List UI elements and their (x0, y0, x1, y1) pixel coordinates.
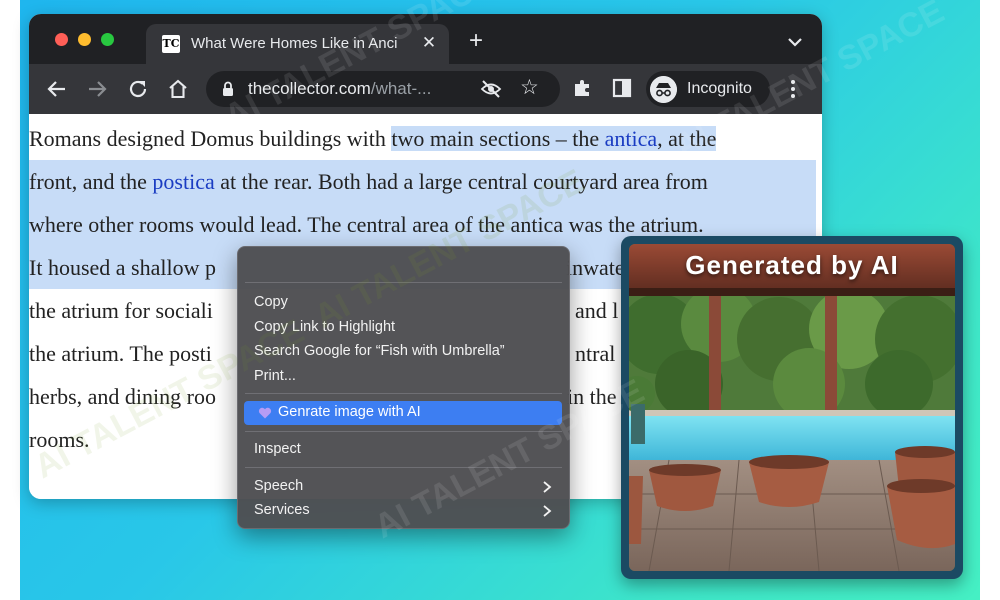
close-window-button[interactable] (55, 33, 68, 46)
incognito-profile-button[interactable]: Incognito (646, 71, 770, 107)
menu-item-services[interactable]: Services (254, 502, 310, 518)
text-segment: inwate (566, 255, 625, 280)
article-line: rooms. (29, 418, 90, 461)
extensions-puzzle-icon[interactable] (572, 77, 594, 99)
menu-separator (245, 431, 562, 432)
tab-title: What Were Homes Like in Anci (191, 35, 398, 52)
zoom-window-button[interactable] (101, 33, 114, 46)
close-tab-icon[interactable]: ✕ (419, 33, 439, 53)
menu-item-copy-link-to-highlight[interactable]: Copy Link to Highlight (254, 319, 395, 335)
reload-icon[interactable] (126, 77, 150, 101)
postica-link[interactable]: postica (152, 169, 214, 194)
minimize-window-button[interactable] (78, 33, 91, 46)
text-segment: Romans designed Domus buildings with (29, 126, 392, 151)
text-segment: where other rooms would lead. The centra… (29, 212, 704, 237)
chevron-right-icon (543, 505, 552, 517)
text-segment: at the rear. Both had a large central co… (214, 169, 708, 194)
url-text[interactable]: thecollector.com/what-... (248, 79, 431, 99)
bookmark-star-icon[interactable]: ☆ (520, 77, 542, 99)
generated-by-ai-title: Generated by AI (685, 250, 899, 280)
text-segment: in the (567, 384, 617, 409)
text-segment: the atrium. The posti (29, 341, 212, 366)
antica-link[interactable]: antica (605, 126, 658, 151)
incognito-icon (650, 76, 677, 103)
menu-item-print[interactable]: Print... (254, 368, 296, 384)
browser-toolbar: thecollector.com/what-... ☆ Incognito (29, 64, 822, 114)
text-segment: It housed a shallow p (29, 255, 216, 280)
ai-generated-image-card: Generated by AI (621, 236, 963, 579)
site-favicon-icon: TC (162, 35, 180, 53)
forward-arrow-icon[interactable] (85, 77, 109, 101)
url-host: thecollector.com (248, 79, 371, 98)
menu-item-generate-image-ai[interactable]: Genrate image with AI (244, 401, 562, 425)
context-menu: Copy Copy Link to Highlight Search Googl… (237, 246, 570, 529)
menu-item-search-google[interactable]: Search Google for “Fish with Umbrella” (254, 343, 505, 359)
text-segment: front, and the (29, 169, 153, 194)
url-path: /what-... (370, 79, 432, 98)
menu-separator (245, 393, 562, 394)
text-segment: herbs, and dining roo (29, 384, 216, 409)
menu-item-generate-image-label: Genrate image with AI (278, 404, 421, 420)
tab-strip: TC What Were Homes Like in Anci ✕ + (29, 14, 822, 64)
text-segment: and l (575, 298, 619, 323)
lock-icon[interactable] (222, 81, 234, 97)
text-segment: rooms. (29, 427, 90, 452)
menu-item-inspect[interactable]: Inspect (254, 441, 301, 457)
browser-tab[interactable]: TC What Were Homes Like in Anci ✕ (146, 24, 449, 64)
text-segment: two main sections – the (391, 126, 605, 151)
article-line: front, and the postica at the rear. Both… (29, 160, 816, 203)
chevron-right-icon (543, 481, 552, 493)
menu-item-copy[interactable]: Copy (254, 294, 288, 310)
incognito-label: Incognito (687, 80, 752, 97)
home-icon[interactable] (166, 77, 190, 101)
back-arrow-icon[interactable] (45, 77, 69, 101)
text-segment: the atrium for sociali (29, 298, 213, 323)
article-line: Romans designed Domus buildings with two… (29, 117, 717, 160)
courtyard-pool-image (629, 244, 955, 571)
new-tab-icon[interactable]: + (465, 29, 487, 53)
selected-text: two main sections – the antica, at the (391, 126, 717, 151)
text-segment: , at the (657, 126, 717, 151)
menu-separator (245, 467, 562, 468)
address-bar[interactable]: thecollector.com/what-... ☆ (206, 71, 560, 107)
heart-icon (258, 407, 272, 419)
menu-separator (245, 282, 562, 283)
eye-off-icon[interactable] (480, 79, 502, 99)
tab-search-chevron-icon[interactable] (785, 34, 805, 50)
menu-item-speech[interactable]: Speech (254, 478, 303, 494)
more-menu-icon[interactable] (786, 77, 800, 101)
side-panel-icon[interactable] (612, 78, 632, 98)
